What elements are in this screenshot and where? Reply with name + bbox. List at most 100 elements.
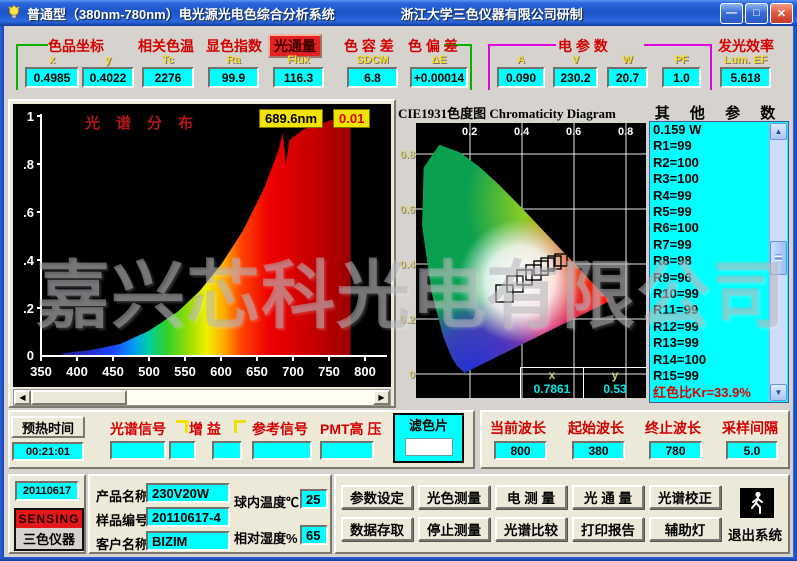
eff-group-label: 发光效率 bbox=[718, 36, 774, 56]
temp-input[interactable]: 25 bbox=[300, 489, 328, 509]
field-pf: PF1.0 bbox=[662, 54, 701, 88]
field-current: A0.090 bbox=[497, 54, 545, 88]
data-access-button[interactable]: 数据存取 bbox=[341, 517, 413, 541]
value-readout: 0.01 bbox=[333, 109, 370, 128]
sdcm-group-label: 色 容 差 bbox=[344, 36, 394, 56]
y-sublabel: y bbox=[82, 54, 134, 66]
spd-scrollbar[interactable]: ◀ ▶ bbox=[13, 389, 391, 406]
ra-value: 99.9 bbox=[208, 67, 259, 88]
field-flux: Flux116.3 bbox=[273, 54, 324, 88]
params-scrollbar[interactable]: ▲ ▼ bbox=[769, 123, 787, 401]
customer-input[interactable]: BIZIM bbox=[146, 531, 230, 551]
spd-x-axis: 350 400 450 500 550 600 650 700 750 800 bbox=[30, 364, 376, 379]
brand-name-cn: 三色仪器 bbox=[16, 528, 82, 549]
start-wl-value[interactable]: 380 bbox=[572, 441, 625, 460]
flux-sublabel: Flux bbox=[273, 54, 324, 66]
coord-group-label: 色品坐标 bbox=[48, 36, 104, 56]
spectrum-compare-button[interactable]: 光谱比较 bbox=[495, 517, 567, 541]
interval-value[interactable]: 5.0 bbox=[726, 441, 778, 460]
spd-y-axis: 1 .8 .6 .4 .2 0 bbox=[23, 109, 35, 363]
exit-walking-person-icon[interactable] bbox=[740, 488, 774, 518]
brand-panel: 20110617 SENSING 三色仪器 bbox=[8, 474, 86, 554]
spectral-chart[interactable]: 1 .8 .6 .4 .2 0 350 400 450 500 550 600 … bbox=[13, 104, 391, 387]
spd-chart-title: 光谱分布 bbox=[85, 112, 209, 133]
spd-scrollbar-thumb[interactable] bbox=[31, 390, 127, 405]
svg-text:0: 0 bbox=[27, 348, 34, 363]
field-sdcm: SDCM6.8 bbox=[347, 54, 398, 88]
cursor-x-label: x bbox=[520, 368, 583, 382]
close-button[interactable]: ✕ bbox=[770, 3, 793, 24]
cie-ytick: 0.8 bbox=[396, 149, 415, 161]
list-item: 0.159 W bbox=[650, 122, 788, 138]
ref-signal-value bbox=[252, 441, 312, 460]
window-border-right bbox=[793, 26, 797, 561]
cursor-y-label: y bbox=[583, 368, 646, 382]
stop-measure-button[interactable]: 停止测量 bbox=[418, 517, 490, 541]
maximize-button[interactable]: □ bbox=[745, 3, 768, 24]
app-window: 普通型（380nm-780nm）电光源光电色综合分析系统 浙江大学三色仪器有限公… bbox=[0, 0, 797, 561]
gain-bracket-left-icon bbox=[176, 420, 188, 433]
window-border-bottom bbox=[0, 557, 797, 561]
x-sublabel: x bbox=[25, 54, 79, 66]
lumef-value: 5.618 bbox=[720, 67, 771, 88]
list-item: R8=98 bbox=[650, 253, 788, 269]
minimize-button[interactable]: — bbox=[720, 3, 743, 24]
scroll-up-arrow-icon[interactable]: ▲ bbox=[770, 123, 787, 140]
interval-label: 采样间隔 bbox=[722, 418, 778, 438]
spectrum-calibrate-button[interactable]: 光谱校正 bbox=[649, 485, 721, 509]
other-params-title: 其 他 参 数 bbox=[648, 102, 790, 123]
window-border-left bbox=[0, 26, 4, 561]
print-report-button[interactable]: 打印报告 bbox=[572, 517, 644, 541]
svg-text:800: 800 bbox=[354, 364, 376, 379]
end-wl-value[interactable]: 780 bbox=[649, 441, 702, 460]
de-value: +0.00014 bbox=[410, 67, 468, 88]
customer-label: 客户名称 bbox=[96, 534, 148, 553]
list-item: R1=99 bbox=[650, 138, 788, 154]
cie-chart[interactable]: 0.2 0.4 0.6 0.8 x y 0.7861 0.53 bbox=[416, 123, 646, 398]
end-wl-label: 终止波长 bbox=[645, 418, 701, 438]
svg-text:550: 550 bbox=[174, 364, 196, 379]
red-ratio-item: 红色比Kr=33.9% bbox=[650, 385, 788, 401]
other-params-list[interactable]: 0.159 W R1=99 R2=100 R3=100 R4=99 R5=99 … bbox=[649, 121, 789, 403]
ra-sublabel: Ra bbox=[208, 54, 259, 66]
svg-text:.8: .8 bbox=[23, 157, 34, 172]
product-input[interactable]: 230V20W bbox=[146, 483, 230, 503]
list-item: R14=100 bbox=[650, 352, 788, 368]
scroll-down-arrow-icon[interactable]: ▼ bbox=[770, 384, 787, 401]
params-setting-button[interactable]: 参数设定 bbox=[341, 485, 413, 509]
params-scrollbar-thumb[interactable] bbox=[770, 241, 787, 275]
electric-measure-button[interactable]: 电 测 量 bbox=[495, 485, 567, 509]
sdcm-sublabel: SDCM bbox=[347, 54, 398, 66]
aux-lamp-button[interactable]: 辅助灯 bbox=[649, 517, 721, 541]
lamp-icon bbox=[6, 5, 22, 21]
list-item: R6=100 bbox=[650, 220, 788, 236]
field-x: x0.4985 bbox=[25, 54, 79, 88]
list-item: R4=99 bbox=[650, 188, 788, 204]
svg-text:1: 1 bbox=[27, 109, 34, 124]
svg-text:.2: .2 bbox=[23, 301, 34, 316]
spectral-chart-panel: 1 .8 .6 .4 .2 0 350 400 450 500 550 600 … bbox=[8, 99, 396, 408]
scroll-left-arrow-icon[interactable]: ◀ bbox=[14, 390, 31, 405]
flux-measure-button[interactable]: 光 通 量 bbox=[572, 485, 644, 509]
list-item: R10=99 bbox=[650, 286, 788, 302]
tc-value: 2276 bbox=[142, 67, 194, 88]
spd-curve bbox=[63, 116, 351, 355]
wavelength-readout: 689.6nm bbox=[259, 109, 323, 128]
color-measure-button[interactable]: 光色测量 bbox=[418, 485, 490, 509]
svg-text:350: 350 bbox=[30, 364, 52, 379]
a-sublabel: A bbox=[497, 54, 545, 66]
ref-signal-label: 参考信号 bbox=[252, 419, 308, 439]
w-sublabel: W bbox=[607, 54, 648, 66]
scroll-right-arrow-icon[interactable]: ▶ bbox=[373, 390, 390, 405]
brand-name: SENSING bbox=[16, 510, 82, 528]
cie-title: CIE1931色度图 Chromaticity Diagram bbox=[398, 103, 616, 122]
humidity-input[interactable]: 65 bbox=[300, 525, 328, 545]
sample-input[interactable]: 20110617-4 bbox=[146, 507, 230, 527]
preheat-time-button[interactable]: 预热时间 bbox=[11, 416, 85, 438]
exit-system-button[interactable]: 退出系统 bbox=[728, 524, 782, 544]
svg-text:450: 450 bbox=[102, 364, 124, 379]
field-ra: Ra99.9 bbox=[208, 54, 259, 88]
field-voltage: V230.2 bbox=[553, 54, 598, 88]
title-bar[interactable]: 普通型（380nm-780nm）电光源光电色综合分析系统 浙江大学三色仪器有限公… bbox=[0, 0, 797, 26]
filter-color-swatch[interactable] bbox=[405, 438, 453, 456]
